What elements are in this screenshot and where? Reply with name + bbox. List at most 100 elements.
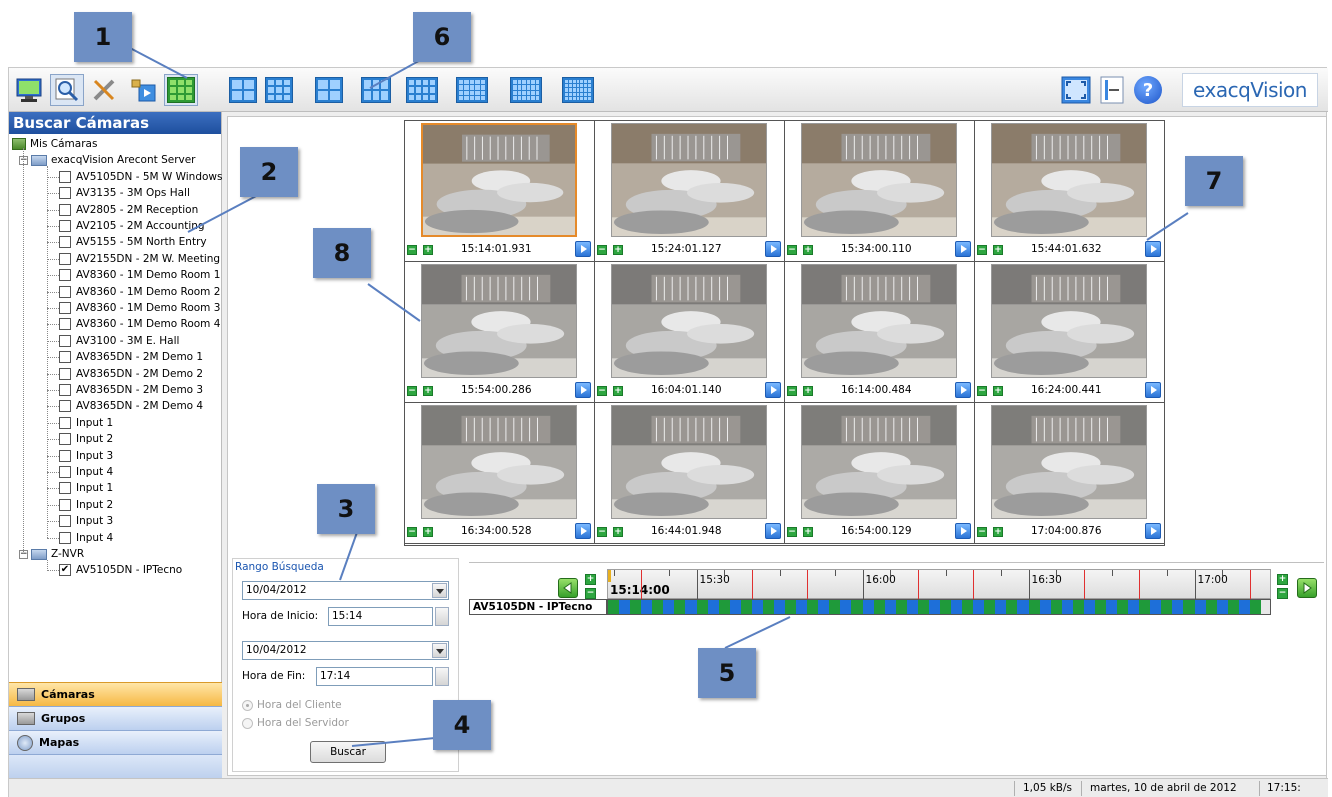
thumbnail-image[interactable]: [421, 123, 577, 237]
fullscreen-button[interactable]: [1059, 74, 1093, 106]
tree-camera-item[interactable]: AV8365DN - 2M Demo 1: [59, 349, 203, 365]
play-icon[interactable]: [955, 523, 971, 539]
radio-client-dot[interactable]: [242, 699, 253, 711]
thumbnail-image[interactable]: [991, 264, 1147, 378]
play-icon[interactable]: [1145, 241, 1161, 257]
thumbnail-plus-button[interactable]: +: [423, 245, 433, 255]
thumbnail-plus-button[interactable]: +: [613, 527, 623, 537]
timeline-zoom-in-right[interactable]: +: [1277, 574, 1288, 585]
camera-thumbnail[interactable]: − +16:34:00.528: [405, 403, 595, 544]
camera-checkbox[interactable]: [59, 515, 71, 528]
tree-camera-item[interactable]: AV8360 - 1M Demo Room 3: [59, 300, 220, 316]
camera-checkbox[interactable]: [59, 433, 71, 446]
timeline-zoom-in-left[interactable]: +: [585, 574, 596, 585]
thumbnail-minus-button[interactable]: −: [787, 527, 797, 537]
tree-camera-item[interactable]: AV3100 - 3M E. Hall: [59, 333, 179, 349]
layout-7x5-button[interactable]: [561, 74, 595, 106]
camera-checkbox[interactable]: [59, 449, 71, 462]
thumbnail-plus-button[interactable]: +: [613, 386, 623, 396]
tree-camera-item[interactable]: AV2155DN - 2M W. Meeting: [59, 251, 220, 267]
camera-checkbox[interactable]: [59, 269, 71, 282]
camera-thumbnail[interactable]: − +15:24:01.127: [595, 121, 785, 262]
pin-button[interactable]: [1095, 74, 1129, 106]
tree-camera-item[interactable]: Input 1: [59, 415, 113, 431]
play-icon[interactable]: [575, 523, 591, 539]
play-icon[interactable]: [1145, 523, 1161, 539]
thumbnail-image[interactable]: [801, 123, 957, 237]
radio-server-dot[interactable]: [242, 717, 253, 729]
help-icon[interactable]: ?: [1134, 76, 1162, 104]
tree-camera-item[interactable]: Input 4: [59, 530, 113, 546]
thumbnail-plus-button[interactable]: +: [423, 527, 433, 537]
start-time-field[interactable]: 15:14: [328, 607, 433, 626]
tree-camera-item[interactable]: ✔ AV5105DN - IPTecno: [59, 562, 182, 578]
camera-checkbox[interactable]: [59, 252, 71, 265]
export-button[interactable]: [126, 74, 160, 106]
camera-checkbox[interactable]: [59, 187, 71, 200]
camera-thumbnail[interactable]: − +16:14:00.484: [785, 262, 975, 403]
tab-camaras[interactable]: Cámaras: [9, 682, 222, 706]
thumbnail-plus-button[interactable]: +: [993, 245, 1003, 255]
timeline-recording-track[interactable]: [607, 599, 1271, 615]
thumbnail-image[interactable]: [801, 405, 957, 519]
timeline-next-button[interactable]: [1297, 578, 1317, 598]
search-button-submit[interactable]: Buscar: [310, 741, 386, 763]
thumbnail-image[interactable]: [421, 264, 577, 378]
camera-checkbox[interactable]: [59, 302, 71, 314]
camera-checkbox[interactable]: [59, 170, 71, 183]
play-icon[interactable]: [955, 382, 971, 398]
play-icon[interactable]: [765, 241, 781, 257]
start-time-stepper[interactable]: [435, 607, 449, 626]
camera-thumbnail[interactable]: − +15:54:00.286: [405, 262, 595, 403]
camera-checkbox[interactable]: [59, 236, 71, 249]
camera-checkbox[interactable]: [59, 285, 71, 298]
thumbnail-minus-button[interactable]: −: [977, 386, 987, 396]
layout-3x3-button[interactable]: [262, 74, 296, 106]
end-time-stepper[interactable]: [435, 667, 449, 686]
thumbnail-minus-button[interactable]: −: [787, 386, 797, 396]
start-date-select[interactable]: 10/04/2012: [242, 581, 449, 600]
camera-checkbox[interactable]: [59, 416, 71, 429]
thumbnail-plus-button[interactable]: +: [803, 527, 813, 537]
camera-checkbox[interactable]: [59, 220, 71, 232]
layout-5x3-button[interactable]: [405, 74, 439, 106]
timeline-prev-button[interactable]: [558, 578, 578, 598]
play-icon[interactable]: [575, 382, 591, 398]
thumbnail-minus-button[interactable]: −: [407, 245, 417, 255]
tree-camera-item[interactable]: AV5105DN - 5M W Windows: [59, 169, 223, 185]
thumbnail-plus-button[interactable]: +: [803, 245, 813, 255]
thumbnail-plus-button[interactable]: +: [803, 386, 813, 396]
thumbnail-image[interactable]: [421, 405, 577, 519]
camera-checkbox[interactable]: [59, 498, 71, 511]
play-icon[interactable]: [765, 523, 781, 539]
camera-checkbox[interactable]: [59, 203, 71, 216]
chevron-down-icon[interactable]: [432, 643, 447, 658]
layout-4x3-button[interactable]: [359, 74, 393, 106]
camera-checkbox[interactable]: ✔: [59, 564, 71, 577]
play-icon[interactable]: [1145, 382, 1161, 398]
thumbnail-minus-button[interactable]: −: [597, 245, 607, 255]
tree-camera-item[interactable]: AV8360 - 1M Demo Room 2: [59, 284, 220, 300]
chevron-down-icon[interactable]: [432, 583, 447, 598]
camera-thumbnail[interactable]: − +15:44:01.632: [975, 121, 1165, 262]
camera-checkbox[interactable]: [59, 367, 71, 380]
thumbnail-image[interactable]: [611, 264, 767, 378]
tree-server[interactable]: − exacqVision Arecont Server: [19, 152, 196, 168]
camera-thumbnail[interactable]: − +16:44:01.948: [595, 403, 785, 544]
search-button[interactable]: [50, 74, 84, 106]
tree-camera-item[interactable]: Input 3: [59, 513, 113, 529]
thumbnail-minus-button[interactable]: −: [407, 386, 417, 396]
play-icon[interactable]: [765, 382, 781, 398]
play-icon[interactable]: [955, 241, 971, 257]
layout-2x2-alt-button[interactable]: [312, 74, 346, 106]
tree-camera-item[interactable]: AV8365DN - 2M Demo 4: [59, 398, 203, 414]
thumbnail-minus-button[interactable]: −: [977, 245, 987, 255]
tree-camera-item[interactable]: Input 3: [59, 448, 113, 464]
camera-checkbox[interactable]: [59, 531, 71, 544]
thumbnail-minus-button[interactable]: −: [977, 527, 987, 537]
thumbnail-minus-button[interactable]: −: [787, 245, 797, 255]
thumbnail-image[interactable]: [611, 123, 767, 237]
tree-camera-item[interactable]: Input 1: [59, 480, 113, 496]
camera-thumbnail[interactable]: − +16:24:00.441: [975, 262, 1165, 403]
tree-camera-item[interactable]: AV3135 - 3M Ops Hall: [59, 185, 190, 201]
